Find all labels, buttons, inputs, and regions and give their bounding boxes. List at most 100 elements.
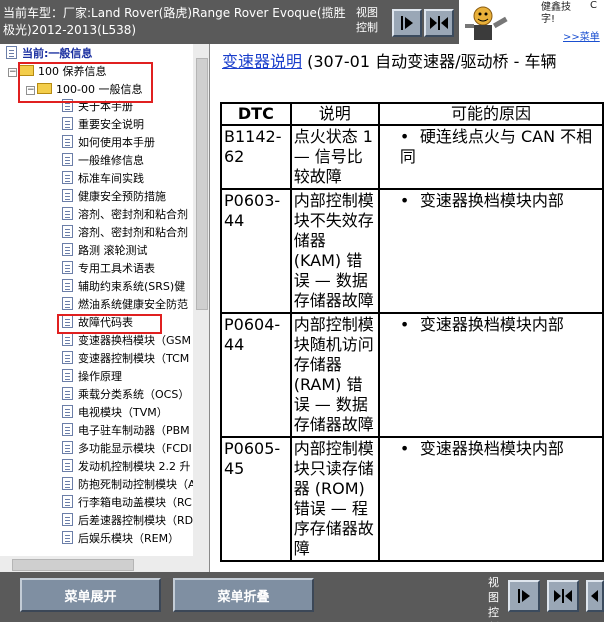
table-header-row: DTC 说明 可能的原因	[220, 102, 604, 126]
dtc-cause-cell: • 硬连线点火与 CAN 不相同	[377, 124, 604, 190]
dtc-cause-text: 变速器换档模块内部	[419, 315, 564, 334]
tree-item[interactable]: 多功能显示模块（FCDI	[62, 440, 192, 458]
document-icon	[62, 189, 73, 202]
document-icon	[62, 135, 73, 148]
dtc-cause-text: 硬连线点火与 CAN 不相同	[399, 127, 593, 166]
tree-item[interactable]: 辅助约束系统(SRS)健	[62, 278, 185, 296]
document-icon	[62, 333, 73, 346]
tree-item[interactable]: 乘载分类系统（OCS）	[62, 386, 189, 404]
tree-item[interactable]: 健康安全预防措施	[62, 188, 166, 206]
reference-line: 变速器说明 (307-01 自动变速器/驱动桥 - 车辆	[222, 52, 556, 72]
document-icon	[6, 46, 17, 59]
tree-item[interactable]: 防抱死制动控制模块（A	[62, 476, 196, 494]
first-last-icon	[554, 589, 572, 603]
tree-item-label: 乘载分类系统（OCS）	[78, 388, 190, 401]
document-icon	[62, 405, 73, 418]
document-icon	[62, 207, 73, 220]
tree-item[interactable]: 重要安全说明	[62, 116, 144, 134]
tree-item-label: 路测 滚轮测试	[78, 244, 148, 257]
tree-item-label: 操作原理	[78, 370, 122, 383]
document-icon	[62, 441, 73, 454]
tree-item[interactable]: 发动机控制模块 2.2 升	[62, 458, 191, 476]
tree-item[interactable]: 操作原理	[62, 368, 122, 386]
tree-item[interactable]: 变速器控制模块（TCM	[62, 350, 189, 368]
tree-item-label: 发动机控制模块 2.2 升	[78, 460, 191, 473]
tree-item-label: 变速器控制模块（TCM	[78, 352, 190, 365]
bullet-icon: •	[399, 315, 410, 334]
document-icon	[62, 459, 73, 472]
tree-item[interactable]: 电子驻车制动器（PBM	[62, 422, 190, 440]
tree-item-label: 溶剂、密封剂和粘合剂	[78, 226, 188, 239]
tree-scroll-thumb[interactable]	[196, 58, 208, 310]
tree-current-label: 当前:一般信息	[22, 47, 93, 60]
tree-item[interactable]: 变速器换档模块（GSM	[62, 332, 191, 350]
tree-item[interactable]: 标准车间实践	[62, 170, 144, 188]
footer-prev-page-button[interactable]	[586, 580, 604, 612]
collapse-toggle-icon[interactable]: −	[8, 68, 17, 77]
dtc-code-cell: P0604-44	[220, 312, 292, 438]
column-header-cause: 可能的原因	[377, 102, 604, 126]
tree-item[interactable]: 后差速器控制模块（RD	[62, 512, 193, 530]
next-page-button[interactable]	[392, 9, 422, 37]
tree-item-label: 一般维修信息	[78, 154, 144, 167]
document-icon	[62, 351, 73, 364]
dtc-cause-cell: • 变速器换档模块内部	[377, 188, 604, 314]
tree-current-node[interactable]: 当前:一般信息	[6, 45, 92, 63]
tree-item[interactable]: 溶剂、密封剂和粘合剂	[62, 206, 188, 224]
prev-page-icon	[591, 590, 598, 602]
tree-item-label: 重要安全说明	[78, 118, 144, 131]
tree-item-label: 溶剂、密封剂和粘合剂	[78, 208, 188, 221]
tree-item[interactable]: 燃油系统健康安全防范	[62, 296, 188, 314]
document-icon	[62, 261, 73, 274]
tree-item[interactable]: 如何使用本手册	[62, 134, 155, 152]
dtc-cause-cell: • 变速器换档模块内部	[377, 312, 604, 438]
transmission-description-link[interactable]: 变速器说明	[222, 52, 302, 71]
document-icon	[62, 513, 73, 526]
view-control-label: 视图控制	[356, 6, 378, 34]
menu-expand-button[interactable]: 菜单展开	[20, 578, 161, 612]
tree-item[interactable]: 路测 滚轮测试	[62, 242, 148, 260]
footer-next-page-button[interactable]	[508, 580, 540, 612]
column-header-description: 说明	[289, 102, 380, 126]
tree-item-label: 电视模块（TVM）	[78, 406, 168, 419]
tree-item-label: 专用工具术语表	[78, 262, 155, 275]
content-pane: 变速器说明 (307-01 自动变速器/驱动桥 - 车辆 DTC 说明 可能的原…	[210, 44, 604, 572]
document-icon	[62, 153, 73, 166]
document-icon	[62, 423, 73, 436]
bullet-icon: •	[399, 439, 410, 458]
table-row: P0603-44 内部控制模块不失效存储器 (KAM) 错误 — 数据存储器故障 •…	[220, 188, 604, 314]
tree-item[interactable]: 电视模块（TVM）	[62, 404, 168, 422]
table-row: P0604-44 内部控制模块随机访问存储器 (RAM) 错误 — 数据存储器故障…	[220, 312, 604, 438]
highlight-box-folders	[18, 62, 153, 103]
menu-collapse-button[interactable]: 菜单折叠	[173, 578, 314, 612]
ad-banner[interactable]: 健鑫技字! C >>菜单	[459, 0, 604, 44]
tree-item-label: 后娱乐模块（REM）	[78, 532, 180, 545]
tree-item-label: 燃油系统健康安全防范	[78, 298, 188, 311]
tree-hscroll-thumb[interactable]	[12, 559, 134, 571]
dtc-cause-text: 变速器换档模块内部	[419, 191, 564, 210]
document-icon	[62, 477, 73, 490]
footer-view-control-label: 视图控制	[488, 576, 499, 634]
tree-item[interactable]: 溶剂、密封剂和粘合剂	[62, 224, 188, 242]
document-icon	[62, 243, 73, 256]
first-last-button[interactable]	[424, 9, 454, 37]
footer-first-last-button[interactable]	[547, 580, 579, 612]
ad-cut-text: C	[590, 0, 597, 11]
tree-item-label: 防抱死制动控制模块（A	[78, 478, 196, 491]
tree-item[interactable]: 行李箱电动盖模块（RC	[62, 494, 192, 512]
tree-item-label: 电子驻车制动器（PBM	[78, 424, 190, 437]
bullet-icon: •	[399, 191, 410, 210]
tree-item[interactable]: 专用工具术语表	[62, 260, 155, 278]
ad-menu-link[interactable]: >>菜单	[563, 28, 600, 43]
next-page-icon	[401, 16, 413, 30]
document-icon	[62, 279, 73, 292]
document-icon	[62, 171, 73, 184]
tree-item[interactable]: 一般维修信息	[62, 152, 144, 170]
tree-item-label: 变速器换档模块（GSM	[78, 334, 191, 347]
tree-item-label: 健康安全预防措施	[78, 190, 166, 203]
document-icon	[62, 387, 73, 400]
tree-item[interactable]: 后娱乐模块（REM）	[62, 530, 179, 548]
column-header-dtc: DTC	[220, 102, 292, 126]
reference-suffix: (307-01 自动变速器/驱动桥 - 车辆	[302, 52, 557, 71]
dtc-table: DTC 说明 可能的原因 B1142-62 点火状态 1 — 信号比较故障 • 硬连线…	[220, 102, 604, 562]
